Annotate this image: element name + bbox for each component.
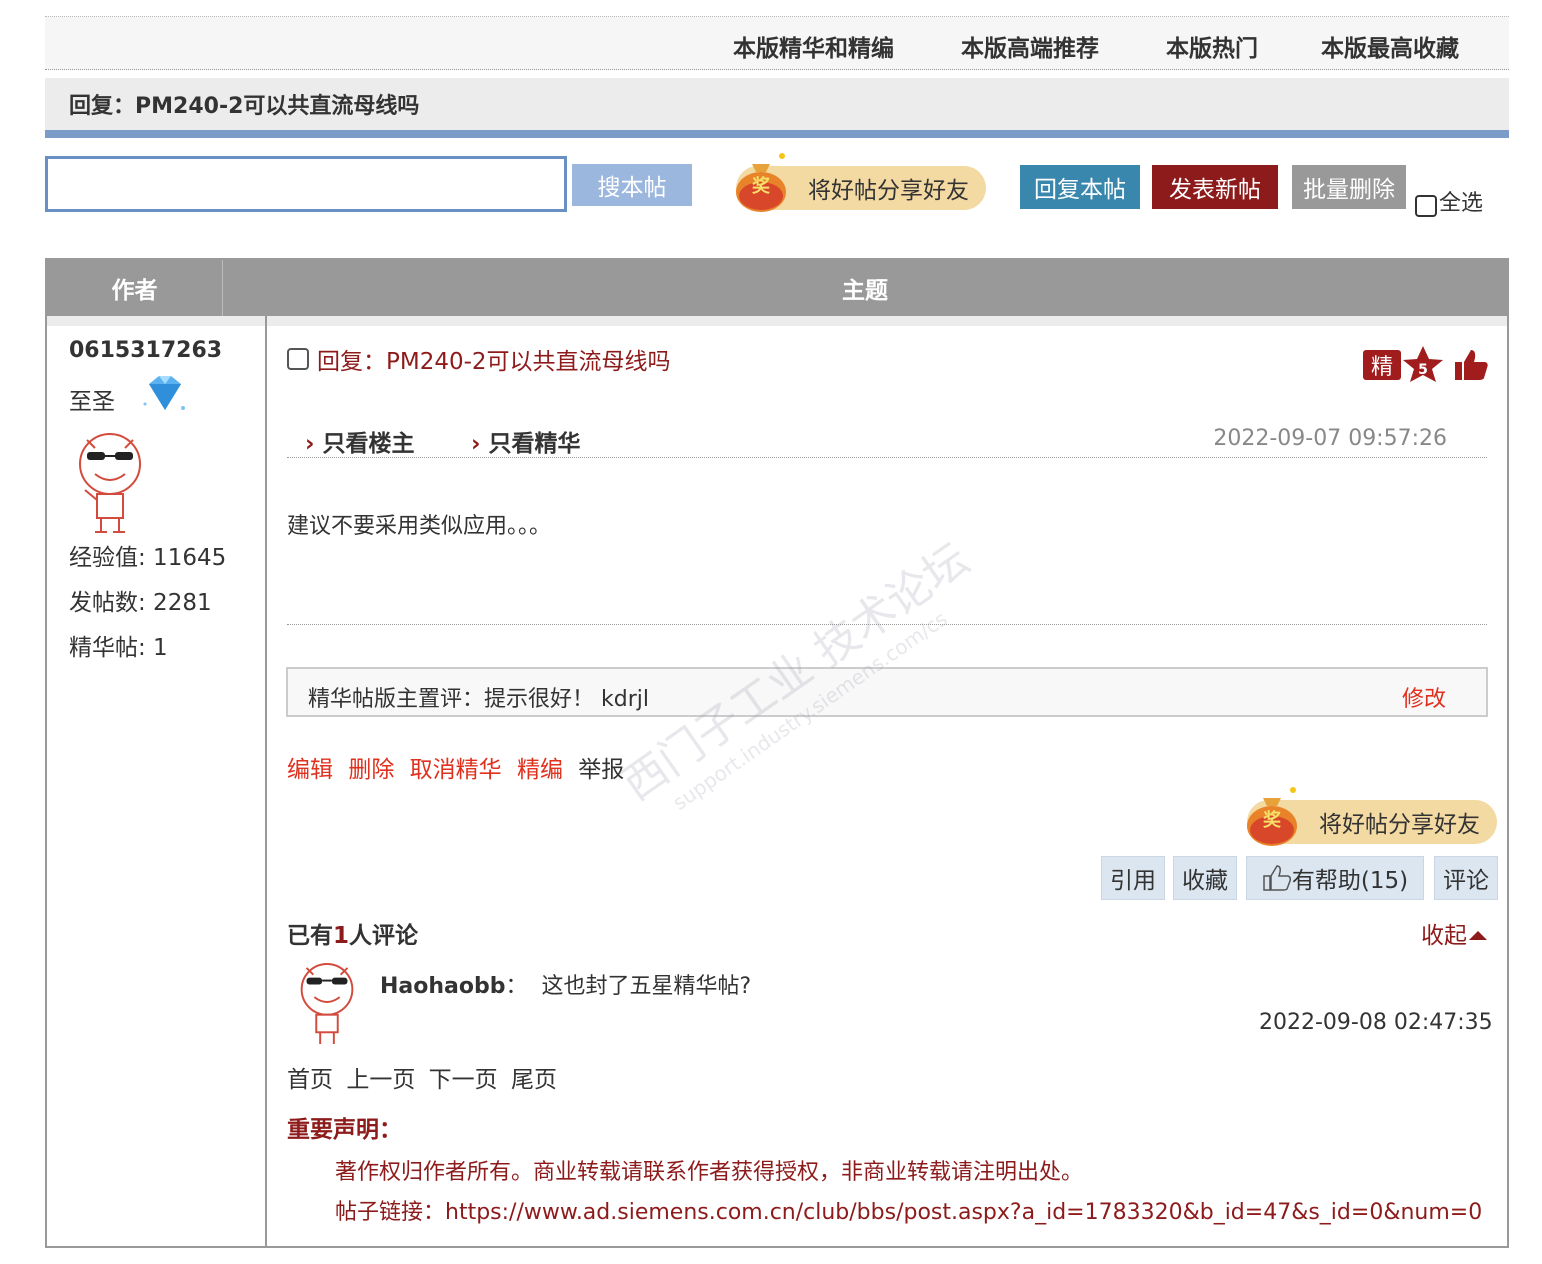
moderator-comment-text: 精华帖版主置评：提示很好！ kdrjl xyxy=(308,687,649,712)
column-divider xyxy=(265,316,267,1248)
select-all-checkbox[interactable] xyxy=(1415,195,1437,217)
reward-bag-icon: 奖 xyxy=(1247,787,1297,846)
post-date: 2022-09-07 09:57:26 xyxy=(1213,426,1447,451)
top-nav: 本版精华和精编 本版高端推荐 本版热门 本版最高收藏 xyxy=(45,16,1509,70)
pager-last[interactable]: 尾页 xyxy=(511,1067,557,1093)
reviewer-name[interactable]: Haohaobb xyxy=(380,974,506,999)
thread-title-bar: 回复：PM240-2可以共直流母线吗 xyxy=(45,78,1509,130)
post-badges: 精 5 xyxy=(1363,346,1488,382)
helpful-button[interactable]: 有帮助(15) xyxy=(1246,856,1424,900)
table-header: 作者 主题 xyxy=(47,260,1507,316)
nav-hot[interactable]: 本版热门 xyxy=(1166,29,1258,63)
post-actions: 编辑 删除 取消精华 精编 举报 xyxy=(287,750,632,784)
nav-recommended[interactable]: 本版高端推荐 xyxy=(961,29,1099,63)
notice-copyright: 著作权归作者所有。商业转载请联系作者获得授权，非商业转载请注明出处。 xyxy=(335,1160,1084,1185)
svg-text:精: 精 xyxy=(1371,355,1393,380)
select-all-label: 全选 xyxy=(1439,191,1484,216)
caret-up-icon xyxy=(1469,930,1487,940)
reward-bag-icon: 奖 xyxy=(736,153,786,212)
pager-prev[interactable]: 上一页 xyxy=(346,1067,415,1093)
chevron-right-icon: › xyxy=(305,431,315,457)
author-experience: 经验值: 11645 xyxy=(69,545,227,571)
author-name[interactable]: 0615317263 xyxy=(69,338,222,363)
author-avatar[interactable] xyxy=(69,428,151,536)
diamond-icon xyxy=(143,376,185,410)
comment-button[interactable]: 评论 xyxy=(1434,856,1498,900)
header-author: 作者 xyxy=(47,260,223,316)
header-subject: 主题 xyxy=(842,278,888,304)
helpful-label: 有帮助(15) xyxy=(1291,868,1409,894)
post-select-checkbox[interactable] xyxy=(287,348,309,370)
reviewer-avatar[interactable] xyxy=(287,960,367,1046)
svg-text:5: 5 xyxy=(1418,362,1428,378)
share-button-post[interactable]: 奖 将好帖分享好友 xyxy=(1247,787,1497,846)
favorite-button[interactable]: 收藏 xyxy=(1173,856,1237,900)
search-input[interactable] xyxy=(45,156,567,212)
reviews-count: 已有1人评论 xyxy=(287,923,419,949)
filter-featured-only[interactable]: › 只看精华 xyxy=(471,424,580,458)
nav-most-favorited[interactable]: 本版最高收藏 xyxy=(1321,29,1459,63)
share-button[interactable]: 奖 将好帖分享好友 xyxy=(736,153,986,212)
post-table: 作者 主题 0615317263 至圣 经验值: 11645 发帖数: 2281… xyxy=(45,258,1509,1248)
thumbs-up-icon xyxy=(1455,350,1488,380)
new-post-button[interactable]: 发表新帖 xyxy=(1152,165,1278,209)
search-thread-button[interactable]: 搜本帖 xyxy=(572,164,692,206)
post-title-row: 回复：PM240-2可以共直流母线吗 xyxy=(287,342,671,376)
svg-text:奖: 奖 xyxy=(1263,809,1282,831)
pager: 首页 上一页 下一页 尾页 xyxy=(287,1060,563,1094)
five-star-icon: 5 xyxy=(1403,346,1443,382)
curate-link[interactable]: 精编 xyxy=(517,757,563,783)
svg-text:奖: 奖 xyxy=(752,175,771,197)
filter-author-only[interactable]: › 只看楼主 xyxy=(305,424,414,458)
delete-link[interactable]: 删除 xyxy=(348,757,394,783)
notice-title: 重要声明： xyxy=(287,1117,402,1143)
title-divider xyxy=(45,130,1509,138)
author-rank: 至圣 xyxy=(69,389,115,415)
review-item: Haohaobb： 这也封了五星精华帖? xyxy=(380,974,752,999)
featured-badge-icon: 精 xyxy=(1363,350,1401,380)
review-date: 2022-09-08 02:47:35 xyxy=(1259,1010,1493,1035)
author-post-count: 发帖数: 2281 xyxy=(69,590,212,616)
notice-link[interactable]: 帖子链接：https://www.ad.siemens.com.cn/club/… xyxy=(335,1194,1482,1226)
chevron-right-icon: › xyxy=(471,431,481,457)
thumbs-up-outline-icon xyxy=(1263,865,1291,891)
post-content: 建议不要采用类似应用。。。 xyxy=(287,514,552,539)
quote-button[interactable]: 引用 xyxy=(1101,856,1165,900)
post-filters: › 只看楼主 › 只看精华 2022-09-07 09:57:26 xyxy=(287,422,1487,458)
pager-next[interactable]: 下一页 xyxy=(429,1067,498,1093)
moderator-comment: 精华帖版主置评：提示很好！ kdrjl 修改 xyxy=(286,667,1488,717)
collapse-reviews[interactable]: 收起 xyxy=(1421,916,1487,950)
edit-link[interactable]: 编辑 xyxy=(287,757,333,783)
reply-thread-button[interactable]: 回复本帖 xyxy=(1020,165,1140,209)
batch-delete-button[interactable]: 批量删除 xyxy=(1292,165,1406,209)
review-text: 这也封了五星精华帖? xyxy=(541,974,752,999)
unfeature-link[interactable]: 取消精华 xyxy=(410,757,502,783)
post-title: 回复：PM240-2可以共直流母线吗 xyxy=(317,349,671,375)
pager-first[interactable]: 首页 xyxy=(287,1067,333,1093)
select-all[interactable]: 全选 xyxy=(1415,185,1483,217)
thread-title: 回复：PM240-2可以共直流母线吗 xyxy=(69,94,420,119)
moderator-edit-link[interactable]: 修改 xyxy=(1402,681,1446,713)
author-featured-count: 精华帖: 1 xyxy=(69,635,168,661)
nav-featured[interactable]: 本版精华和精编 xyxy=(733,29,894,63)
